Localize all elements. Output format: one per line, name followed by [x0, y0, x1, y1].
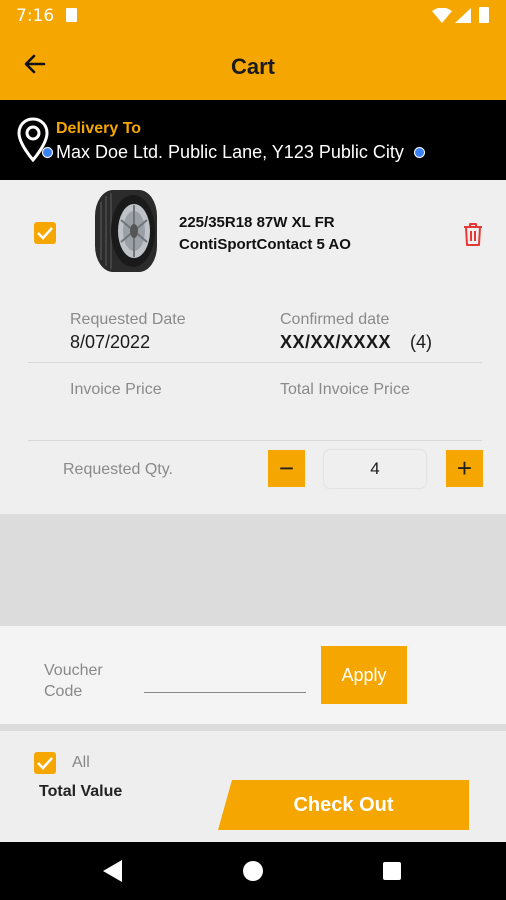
requested-qty-label: Requested Qty. [63, 461, 173, 478]
requested-date-label: Requested Date [70, 311, 186, 328]
wifi-icon [432, 8, 452, 23]
nav-back-icon[interactable] [100, 858, 124, 884]
status-time: 7:16 [16, 6, 55, 26]
delivery-label: Delivery To [56, 120, 142, 137]
delivery-address: Max Doe Ltd. Public Lane, Y123 Public Ci… [56, 142, 404, 162]
item-select-checkbox[interactable] [34, 222, 56, 244]
quantity-field[interactable]: 4 [324, 450, 426, 488]
decrement-quantity-button[interactable]: − [268, 450, 305, 487]
invoice-price-label: Invoice Price [70, 381, 162, 398]
trash-icon[interactable] [461, 221, 485, 247]
total-invoice-price-label: Total Invoice Price [280, 381, 410, 398]
tyre-image [95, 190, 157, 272]
signal-icon [455, 8, 471, 23]
checkout-button[interactable]: Check Out [218, 780, 469, 830]
nav-recents-icon[interactable] [382, 861, 402, 881]
delivery-bar[interactable] [0, 100, 506, 180]
confirmed-date-label: Confirmed date [280, 311, 390, 328]
empty-spacer [0, 514, 506, 626]
voucher-input-underline [144, 692, 306, 693]
sim-card-icon [66, 8, 77, 22]
address-marker-dot [414, 147, 425, 158]
section-separator [0, 724, 506, 731]
voucher-code-input[interactable] [144, 668, 306, 692]
divider [28, 362, 482, 363]
battery-icon [479, 7, 489, 23]
check-icon [37, 227, 53, 240]
apply-voucher-button[interactable]: Apply [321, 646, 407, 704]
nav-home-icon[interactable] [241, 859, 265, 883]
voucher-code-label: Voucher Code [44, 660, 103, 702]
check-icon [37, 757, 53, 770]
confirmed-date-value: XX/XX/XXXX [280, 332, 392, 352]
address-marker-dot [42, 147, 53, 158]
confirmed-count: (4) [410, 332, 432, 352]
plus-icon: + [456, 453, 473, 483]
voucher-label-line1: Voucher [44, 662, 103, 679]
increment-quantity-button[interactable]: + [446, 450, 483, 487]
minus-icon: − [278, 453, 295, 483]
select-all-checkbox[interactable] [34, 752, 56, 774]
select-all-label: All [72, 754, 90, 771]
total-value-label: Total Value [39, 783, 123, 800]
divider [28, 440, 482, 441]
page-title: Cart [230, 54, 275, 79]
voucher-label-line2: Code [44, 683, 83, 700]
requested-date-value: 8/07/2022 [70, 332, 151, 352]
product-size: 225/35R18 87W XL FR [179, 214, 335, 231]
product-name: ContiSportContact 5 AO [179, 236, 351, 253]
